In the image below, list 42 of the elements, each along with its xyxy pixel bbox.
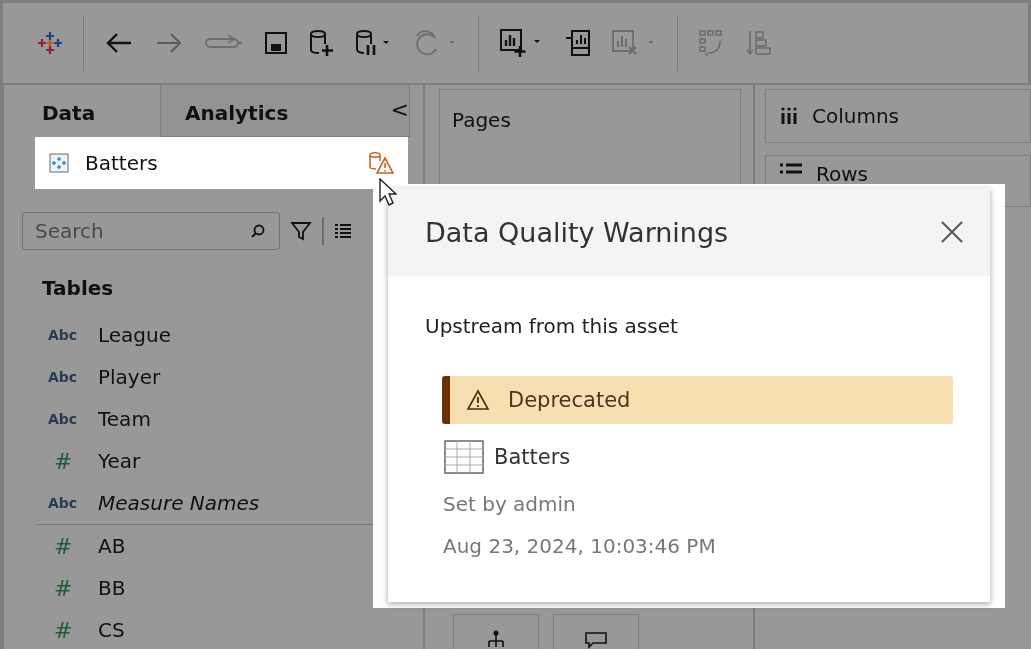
close-icon[interactable] <box>940 220 964 244</box>
field-item[interactable]: # CS <box>4 609 423 649</box>
set-by-text: Set by admin <box>443 492 577 516</box>
save-icon[interactable] <box>264 31 288 55</box>
filter-icon[interactable] <box>290 220 312 242</box>
datasource-item[interactable]: Batters <box>35 137 408 189</box>
warning-label: Deprecated <box>508 388 631 412</box>
warning-icon <box>466 389 490 411</box>
table-icon <box>444 440 484 474</box>
hierarchy-icon <box>486 629 506 649</box>
field-type-label: Abc <box>48 369 79 385</box>
shelf-label: Rows <box>816 162 868 186</box>
duplicate-chart-icon[interactable] <box>563 29 591 57</box>
new-worksheet-icon[interactable] <box>499 28 543 58</box>
field-type-label: # <box>53 448 74 474</box>
shelf-label: Columns <box>812 104 899 128</box>
field-type-label: # <box>53 575 74 601</box>
add-database-icon[interactable] <box>308 29 334 57</box>
field-type-label: Abc <box>48 411 79 427</box>
field-type-label: Abc <box>48 327 79 343</box>
popup-title: Data Quality Warnings <box>425 216 729 248</box>
shelf-label: Pages <box>452 108 511 132</box>
list-view-icon[interactable] <box>333 223 352 239</box>
field-type-label: # <box>53 617 74 643</box>
comment-button[interactable] <box>553 614 639 649</box>
collapse-button[interactable]: < <box>390 97 409 122</box>
logo-icon[interactable] <box>37 30 63 56</box>
datasource-icon <box>49 153 69 173</box>
section-heading: Upstream from this asset <box>425 314 679 338</box>
database-warning-icon[interactable] <box>368 151 394 175</box>
columns-icon <box>780 107 798 125</box>
hierarchy-button[interactable] <box>453 614 539 649</box>
speech-bubble-icon <box>584 629 608 649</box>
field-type-label: # <box>53 533 74 559</box>
timestamp: Aug 23, 2024, 10:03:46 PM <box>443 534 717 558</box>
section-heading: Tables <box>41 275 115 302</box>
search-field[interactable]: Search <box>22 212 280 250</box>
asset-name: Batters <box>494 445 571 469</box>
field-type-label: Abc <box>48 495 79 511</box>
search-icon <box>250 223 266 239</box>
pause-database-icon[interactable] <box>354 29 392 57</box>
datasource-name: Batters <box>85 151 159 175</box>
